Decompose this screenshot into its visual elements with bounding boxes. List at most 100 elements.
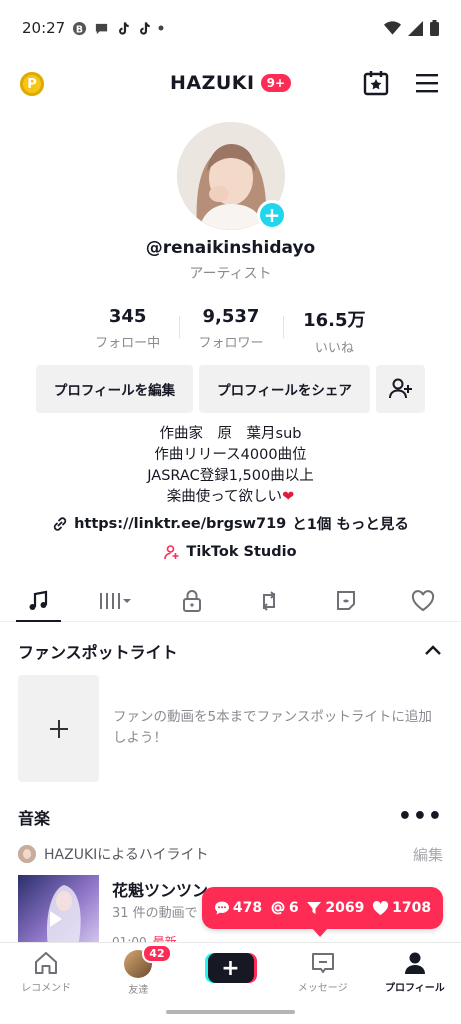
battery-icon: [430, 20, 439, 36]
nav-create[interactable]: +: [184, 943, 276, 997]
plus-glyph: +: [221, 955, 240, 981]
heart-emoji: ❤: [282, 489, 295, 505]
bio-line: JASRAC登録1,500曲以上: [147, 468, 314, 484]
likes-stat[interactable]: 16.5万 いいね: [282, 306, 386, 356]
following-label: フォロー中: [95, 336, 161, 351]
nav-messages[interactable]: メッセージ: [277, 943, 369, 997]
menu-icon[interactable]: [413, 70, 441, 96]
repost-icon: [262, 590, 276, 611]
add-story-button[interactable]: +: [257, 200, 287, 230]
followers-label: フォロワー: [198, 336, 264, 351]
nav-recommend[interactable]: レコメンド: [0, 943, 92, 997]
highlight-label: HAZUKIによるハイライト: [44, 847, 209, 863]
status-bar: 20:27 B: [0, 0, 461, 56]
likes-count: 16.5万: [303, 310, 366, 331]
shares-count-item: 2069: [306, 900, 364, 916]
tiktok-studio-link[interactable]: TikTok Studio: [0, 544, 461, 560]
likes-label: いいね: [314, 341, 354, 356]
bio-line: 作曲リリース4000曲位: [154, 447, 307, 463]
nav-label: プロフィール: [385, 983, 445, 994]
username: @renaikinshidayo: [145, 238, 316, 258]
followers-count: 9,537: [202, 306, 260, 327]
profile-actions: プロフィールを編集 プロフィールをシェア: [36, 365, 425, 413]
profile-stats: 345 フォロー中 9,537 フォロワー 16.5万 いいね: [76, 306, 386, 356]
chat-bubble-icon: [94, 21, 109, 36]
heart-icon: [373, 900, 389, 915]
profile-bio: 作曲家 原 葉月sub 作曲リリース4000曲位 JASRAC登録1,500曲以…: [0, 424, 461, 508]
add-user-icon: [388, 378, 412, 399]
more-options-button[interactable]: •••: [398, 806, 443, 828]
studio-user-icon: [164, 545, 179, 560]
status-time: 20:27: [22, 19, 66, 37]
more-links[interactable]: と1個 もっと見る: [292, 513, 409, 534]
bio-line-text: 楽曲使って欲しい: [166, 489, 283, 505]
bio-line-last: 楽曲使って欲しい❤: [0, 487, 461, 508]
chevron-up-icon[interactable]: [423, 642, 443, 661]
bio-line: 作曲家 原 葉月sub: [159, 426, 302, 442]
track-title: 花魁ツンツン: [112, 881, 209, 900]
home-icon: [35, 952, 58, 974]
nav-label: 友達: [128, 985, 149, 996]
comments-count-item: 478: [214, 900, 262, 916]
activity-pill[interactable]: 478 6 2069 1708: [202, 887, 443, 937]
profile-icon: [404, 952, 425, 974]
comment-icon: [214, 901, 229, 915]
music-note-icon: [29, 590, 48, 610]
tiktok-icon: [116, 21, 130, 36]
tiktok-icon: [137, 21, 151, 36]
account-title: HAZUKI: [169, 72, 255, 94]
svg-text:B: B: [76, 24, 83, 35]
lock-icon: [183, 589, 202, 612]
mentions-count-item: 6: [270, 900, 299, 916]
account-category: アーティスト: [189, 266, 272, 282]
bottom-nav: レコメンド 42 友達 + メッセージ プロフィール: [0, 942, 461, 997]
home-indicator[interactable]: [166, 1010, 295, 1014]
heart-outline-icon: [411, 589, 434, 611]
add-spotlight-button[interactable]: [18, 675, 99, 782]
spotlight-description: ファンの動画を5本までファンスポットライトに追加しよう！: [113, 709, 432, 746]
bio-link[interactable]: https://linktr.ee/brgsw719: [74, 516, 286, 532]
notification-badge: 9+: [260, 74, 291, 92]
studio-label: TikTok Studio: [186, 544, 297, 560]
nav-label: レコメンド: [21, 983, 72, 994]
likes-pill-count: 1708: [392, 900, 432, 916]
tab-videos[interactable]: [77, 580, 154, 621]
followers-stat[interactable]: 9,537 フォロワー: [179, 306, 282, 356]
track-subtitle: 31 件の動画で: [112, 906, 198, 921]
shares-count: 2069: [325, 900, 365, 916]
likes-count-item: 1708: [372, 900, 431, 916]
section-title: ファンスポットライト: [18, 643, 178, 662]
following-stat[interactable]: 345 フォロー中: [76, 306, 179, 356]
content-tabs: [0, 580, 461, 622]
calendar-star-icon[interactable]: [361, 68, 391, 98]
tag-eye-icon: [336, 590, 355, 610]
share-profile-button[interactable]: プロフィールをシェア: [199, 365, 370, 413]
tab-tagged[interactable]: [307, 580, 384, 621]
nav-profile[interactable]: プロフィール: [369, 943, 461, 997]
tab-private[interactable]: [154, 580, 231, 621]
nav-label: メッセージ: [297, 983, 348, 994]
mentions-count: 6: [288, 900, 299, 916]
dot-icon: [158, 25, 164, 31]
friends-badge: 42: [142, 944, 172, 963]
plus-icon: [49, 719, 68, 738]
funnel-icon: [307, 902, 322, 914]
add-friend-button[interactable]: [376, 365, 425, 413]
notification-b-icon: B: [72, 21, 87, 36]
profile-avatar[interactable]: +: [177, 122, 287, 230]
tab-liked[interactable]: [384, 580, 461, 621]
following-count: 345: [108, 306, 147, 327]
account-switcher[interactable]: HAZUKI 9+: [0, 72, 461, 94]
edit-highlight-button[interactable]: 編集: [413, 844, 443, 865]
message-icon: [311, 953, 334, 973]
tab-music[interactable]: [0, 580, 77, 622]
section-title: 音楽: [18, 809, 51, 828]
nav-friends[interactable]: 42 友達: [92, 943, 184, 997]
bio-link-row[interactable]: https://linktr.ee/brgsw719 と1個 もっと見る: [0, 513, 461, 534]
signal-icon: [408, 20, 423, 36]
track-thumbnail: [18, 875, 99, 943]
edit-profile-button[interactable]: プロフィールを編集: [36, 365, 193, 413]
mention-icon: [271, 901, 285, 915]
create-button[interactable]: +: [207, 953, 254, 983]
tab-reposts[interactable]: [230, 580, 307, 621]
